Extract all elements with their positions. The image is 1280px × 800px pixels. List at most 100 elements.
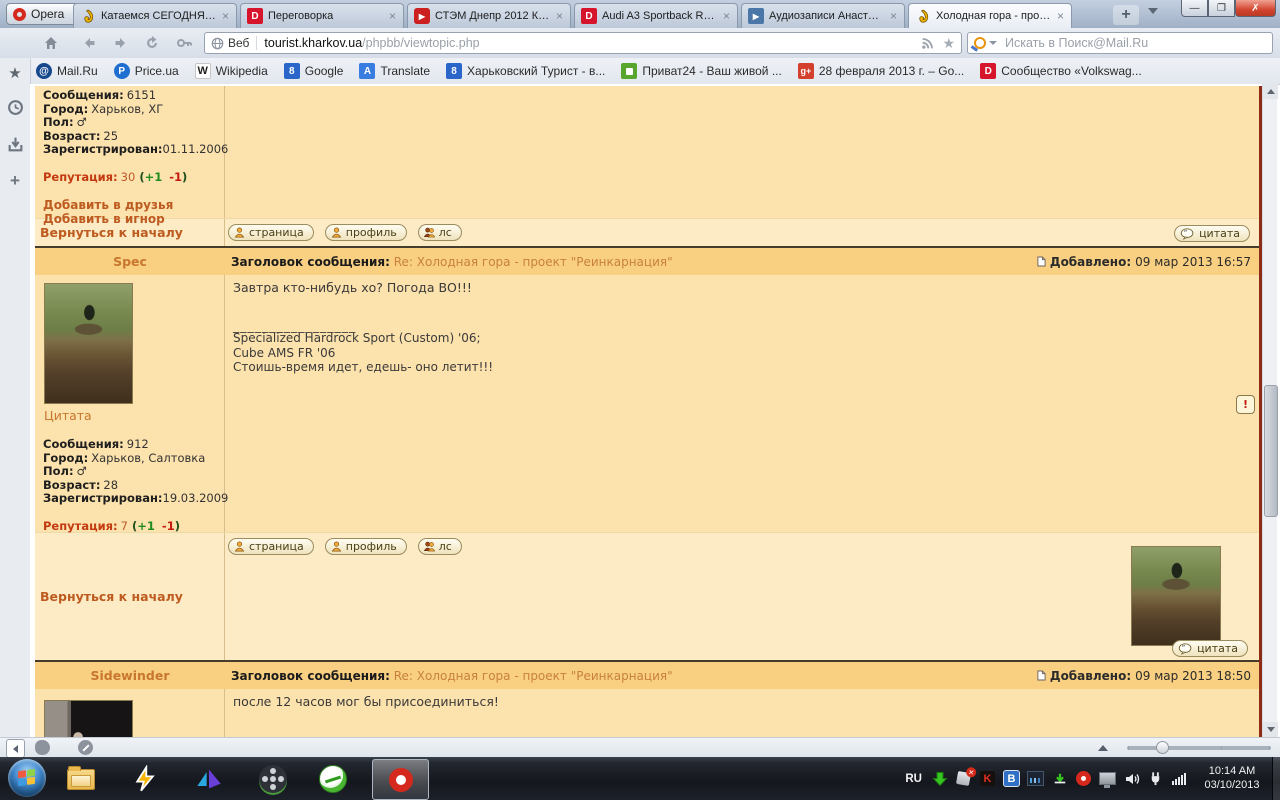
tab-close-icon[interactable]: × [388,9,397,23]
downloads-panel-icon[interactable] [0,136,30,153]
page-button[interactable]: страница [228,538,314,555]
rss-icon[interactable] [921,37,934,50]
scrollbar-thumb[interactable] [1264,385,1278,517]
profile-button[interactable]: профиль [325,538,407,555]
bookmark-mailru[interactable]: Mail.Ru [36,63,98,79]
bookmark-privat24[interactable]: Приват24 - Ваш живой ... [621,63,781,79]
back-button[interactable] [78,33,100,53]
tab-audio[interactable]: Аудиозаписи Анастас... × [741,3,905,28]
history-panel-icon[interactable] [0,99,30,116]
language-indicator[interactable]: RU [905,773,922,785]
scroll-down-arrow[interactable] [1263,722,1278,737]
quoted-photo[interactable] [1131,546,1221,646]
opera-logo-icon [13,8,26,21]
bookmark-price[interactable]: Price.ua [114,63,179,79]
tab-katayemsya[interactable]: Катаемся СЕГОДНЯ и ... × [73,3,237,28]
tray-monitor-graph-icon[interactable] [1027,770,1044,787]
bookmarks-panel-icon[interactable]: ★ [0,64,30,82]
tab-close-icon[interactable]: × [1056,9,1065,23]
zoom-menu-icon[interactable] [1098,745,1108,751]
tab-close-icon[interactable]: × [722,9,731,23]
search-box[interactable] [967,32,1273,54]
tray-kaspersky-icon[interactable] [979,770,996,787]
back-to-top-link[interactable]: Вернуться к началу [40,225,183,240]
tab-kholodnaya-gora-active[interactable]: Холодная гора - прое... × [908,3,1072,28]
winamp-taskbar-icon[interactable] [126,761,164,797]
quote-text-link[interactable]: Цитата [44,408,92,423]
tray-power-plug-icon[interactable] [1147,770,1164,787]
tab-close-icon[interactable]: × [221,9,230,23]
close-button[interactable]: ✗ [1235,0,1276,17]
quote-button[interactable]: ”цитата [1174,225,1250,242]
messenger-taskbar-icon[interactable] [190,761,228,797]
back-to-top-link[interactable]: Вернуться к началу [40,589,183,604]
explorer-taskbar-icon[interactable] [62,761,100,797]
zoom-slider-handle[interactable] [1156,741,1169,754]
address-bar[interactable]: Веб tourist.kharkov.ua/phpbb/viewtopic.p… [204,32,962,54]
rep-plus-link[interactable]: +1 [137,519,155,533]
site-badge[interactable]: Веб [211,36,257,50]
tab-peregovorka[interactable]: Переговорка × [240,3,404,28]
tray-volume-icon[interactable] [1123,770,1140,787]
bookmark-gplus[interactable]: 28 февраля 2013 г. – Go... [798,63,964,79]
profile-button-label: профиль [346,540,397,553]
post3-author-link[interactable]: Sidewinder [35,668,225,683]
post2-avatar[interactable] [44,283,133,404]
bookmark-wikipedia[interactable]: Wikipedia [195,63,268,79]
tab-close-icon[interactable]: × [889,9,898,23]
media-player-taskbar-icon[interactable] [254,761,292,797]
bookmark-google[interactable]: Google [284,63,344,79]
reload-button[interactable] [141,33,163,53]
new-tab-button[interactable]: + [1113,5,1139,25]
subject-link[interactable]: Re: Холодная гора - проект "Реинкарнация… [394,669,673,683]
rep-minus-link[interactable]: -1 [162,519,175,533]
show-desktop-button[interactable] [1272,757,1280,800]
tab-audi[interactable]: Audi A3 Sportback RS ... × [574,3,738,28]
bookmark-star-icon[interactable]: ★ [942,35,955,52]
tab-close-icon[interactable]: × [555,9,564,23]
report-post-button[interactable]: ! [1236,395,1255,414]
zoom-slider[interactable] [1127,746,1271,750]
bookmark-translate[interactable]: Translate [359,63,430,79]
tray-download-arrow-icon[interactable] [931,770,948,787]
tab-stem-dnepr[interactable]: СТЭМ Днепр 2012 КВ... × [407,3,571,28]
unite-status-icon[interactable] [78,740,93,755]
rep-minus-link[interactable]: -1 [169,170,182,184]
tab-list-dropdown-icon[interactable] [1148,8,1158,14]
download-master-taskbar-icon[interactable] [314,761,352,797]
tray-display-icon[interactable] [1099,770,1116,787]
bookmark-volkswagen[interactable]: Сообщество «Volkswag... [980,63,1141,79]
start-button[interactable] [8,759,46,797]
bookmark-tourist[interactable]: Харьковский Турист - в... [446,63,605,79]
post2-author-link[interactable]: Spec [35,254,225,269]
tray-green-arrow-icon[interactable] [1051,770,1068,787]
page-button[interactable]: страница [228,224,314,241]
tray-b-app-icon[interactable] [1003,770,1020,787]
sync-status-icon[interactable] [35,740,50,755]
home-button[interactable] [40,33,62,53]
maximize-button[interactable]: ❐ [1208,0,1235,17]
post3-avatar[interactable] [44,700,133,737]
opera-taskbar-button-active[interactable] [372,759,429,800]
profile-button[interactable]: профиль [325,224,407,241]
page-scrollbar[interactable] [1262,84,1277,737]
taskbar-clock[interactable]: 10:14 AM 03/10/2013 [1196,764,1268,792]
scroll-up-arrow[interactable] [1263,84,1278,99]
tray-network-signal-icon[interactable] [1171,772,1188,785]
search-engine-dropdown-icon[interactable] [989,41,997,45]
link-sync-button[interactable] [173,33,195,53]
tray-opera-icon[interactable] [1075,770,1092,787]
search-input[interactable] [1003,35,1266,51]
panel-toggle-button[interactable] [6,739,25,758]
minimize-button[interactable]: — [1181,0,1208,17]
film-reel-icon [259,765,287,793]
rep-plus-link[interactable]: +1 [145,170,163,184]
add-friend-link[interactable]: Добавить в друзья [43,198,216,212]
tray-eject-icon[interactable] [955,770,972,787]
forward-button[interactable] [110,33,132,53]
pm-button[interactable]: лс [418,538,462,555]
add-panel-icon[interactable]: + [0,171,30,191]
subject-link[interactable]: Re: Холодная гора - проект "Реинкарнация… [394,255,673,269]
pm-button[interactable]: лс [418,224,462,241]
quote-button[interactable]: ”цитата [1172,640,1248,657]
